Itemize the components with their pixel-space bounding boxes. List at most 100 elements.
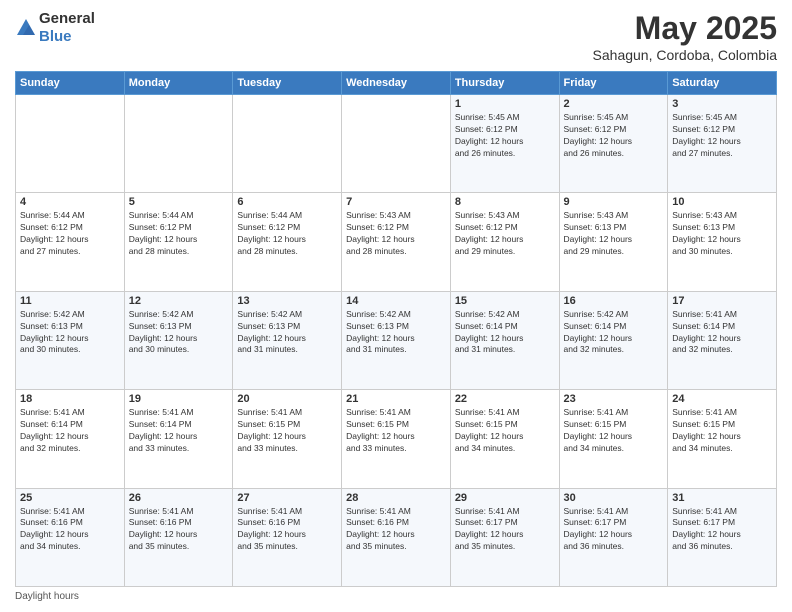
logo-icon <box>15 17 37 39</box>
cell-text: Sunrise: 5:43 AM Sunset: 6:12 PM Dayligh… <box>346 210 446 258</box>
table-row: 22 Sunrise: 5:41 AM Sunset: 6:15 PM Dayli… <box>450 390 559 488</box>
table-row: 17Sunrise: 5:41 AM Sunset: 6:14 PM Dayli… <box>668 291 777 389</box>
table-row: 18 Sunrise: 5:41 AM Sunset: 6:14 PM Dayli… <box>16 390 125 488</box>
table-row: 8 Sunrise: 5:43 AM Sunset: 6:12 PM Daylig… <box>450 193 559 291</box>
cell-text: Sunrise: 5:41 AM Sunset: 6:14 PM Dayligh… <box>672 309 772 357</box>
day-number: 1 <box>455 98 555 110</box>
header: General Blue May 2025 Sahagun, Cordoba, … <box>15 10 777 63</box>
calendar-week-row-1: 4 Sunrise: 5:44 AM Sunset: 6:12 PM Daylig… <box>16 193 777 291</box>
table-row: 30 Sunrise: 5:41 AM Sunset: 6:17 PM Dayli… <box>559 488 668 586</box>
cell-text: Sunrise: 5:42 AM Sunset: 6:13 PM Dayligh… <box>129 309 229 357</box>
cell-text: Sunrise: 5:41 AM Sunset: 6:15 PM Dayligh… <box>564 407 664 455</box>
cell-text: Sunrise: 5:41 AM Sunset: 6:17 PM Dayligh… <box>564 506 664 554</box>
cell-text: Sunrise: 5:44 AM Sunset: 6:12 PM Dayligh… <box>237 210 337 258</box>
table-row: 31 Sunrise: 5:41 AM Sunset: 6:17 PM Dayli… <box>668 488 777 586</box>
table-row: 21Sunrise: 5:41 AM Sunset: 6:15 PM Dayli… <box>342 390 451 488</box>
table-row <box>233 95 342 193</box>
table-row: 23 Sunrise: 5:41 AM Sunset: 6:15 PM Dayli… <box>559 390 668 488</box>
col-monday: Monday <box>124 72 233 95</box>
table-row: 1 Sunrise: 5:45 AM Sunset: 6:12 PM Daylig… <box>450 95 559 193</box>
location-subtitle: Sahagun, Cordoba, Colombia <box>593 47 777 63</box>
cell-text: Sunrise: 5:41 AM Sunset: 6:16 PM Dayligh… <box>20 506 120 554</box>
footer-note: Daylight hours <box>15 591 777 602</box>
cell-text: Sunrise: 5:42 AM Sunset: 6:13 PM Dayligh… <box>346 309 446 357</box>
table-row: 28 Sunrise: 5:41 AM Sunset: 6:16 PM Dayli… <box>342 488 451 586</box>
cell-text: Sunrise: 5:43 AM Sunset: 6:12 PM Dayligh… <box>455 210 555 258</box>
day-number: 11 <box>20 295 120 307</box>
day-number: 24 <box>672 393 772 405</box>
cell-text: Sunrise: 5:44 AM Sunset: 6:12 PM Dayligh… <box>129 210 229 258</box>
cell-text: Sunrise: 5:45 AM Sunset: 6:12 PM Dayligh… <box>455 112 555 160</box>
calendar-week-row-0: 1 Sunrise: 5:45 AM Sunset: 6:12 PM Daylig… <box>16 95 777 193</box>
day-number: 12 <box>129 295 229 307</box>
logo-general: General Blue <box>39 10 95 46</box>
cell-text: Sunrise: 5:42 AM Sunset: 6:14 PM Dayligh… <box>455 309 555 357</box>
day-number: 4 <box>20 196 120 208</box>
day-number: 22 <box>455 393 555 405</box>
cell-text: Sunrise: 5:41 AM Sunset: 6:14 PM Dayligh… <box>20 407 120 455</box>
day-number: 5 <box>129 196 229 208</box>
col-sunday: Sunday <box>16 72 125 95</box>
day-number: 28 <box>346 492 446 504</box>
table-row: 3Sunrise: 5:45 AM Sunset: 6:12 PM Daylig… <box>668 95 777 193</box>
title-block: May 2025 Sahagun, Cordoba, Colombia <box>593 10 777 63</box>
logo: General Blue <box>15 10 95 46</box>
table-row <box>16 95 125 193</box>
table-row: 26 Sunrise: 5:41 AM Sunset: 6:16 PM Dayli… <box>124 488 233 586</box>
table-row: 2Sunrise: 5:45 AM Sunset: 6:12 PM Daylig… <box>559 95 668 193</box>
day-number: 27 <box>237 492 337 504</box>
table-row: 13 Sunrise: 5:42 AM Sunset: 6:13 PM Dayli… <box>233 291 342 389</box>
calendar-week-row-2: 11 Sunrise: 5:42 AM Sunset: 6:13 PM Dayli… <box>16 291 777 389</box>
table-row <box>124 95 233 193</box>
cell-text: Sunrise: 5:42 AM Sunset: 6:13 PM Dayligh… <box>237 309 337 357</box>
calendar-header-row: Sunday Monday Tuesday Wednesday Thursday… <box>16 72 777 95</box>
page: General Blue May 2025 Sahagun, Cordoba, … <box>0 0 792 612</box>
cell-text: Sunrise: 5:44 AM Sunset: 6:12 PM Dayligh… <box>20 210 120 258</box>
table-row: 29Sunrise: 5:41 AM Sunset: 6:17 PM Dayli… <box>450 488 559 586</box>
day-number: 19 <box>129 393 229 405</box>
col-saturday: Saturday <box>668 72 777 95</box>
cell-text: Sunrise: 5:42 AM Sunset: 6:14 PM Dayligh… <box>564 309 664 357</box>
table-row: 12 Sunrise: 5:42 AM Sunset: 6:13 PM Dayli… <box>124 291 233 389</box>
cell-text: Sunrise: 5:41 AM Sunset: 6:16 PM Dayligh… <box>129 506 229 554</box>
cell-text: Sunrise: 5:41 AM Sunset: 6:15 PM Dayligh… <box>346 407 446 455</box>
calendar-table: Sunday Monday Tuesday Wednesday Thursday… <box>15 71 777 587</box>
day-number: 16 <box>564 295 664 307</box>
table-row: 15Sunrise: 5:42 AM Sunset: 6:14 PM Dayli… <box>450 291 559 389</box>
table-row: 9Sunrise: 5:43 AM Sunset: 6:13 PM Daylig… <box>559 193 668 291</box>
table-row: 19Sunrise: 5:41 AM Sunset: 6:14 PM Dayli… <box>124 390 233 488</box>
table-row: 6 Sunrise: 5:44 AM Sunset: 6:12 PM Daylig… <box>233 193 342 291</box>
cell-text: Sunrise: 5:41 AM Sunset: 6:15 PM Dayligh… <box>455 407 555 455</box>
day-number: 23 <box>564 393 664 405</box>
day-number: 26 <box>129 492 229 504</box>
table-row <box>342 95 451 193</box>
col-friday: Friday <box>559 72 668 95</box>
day-number: 18 <box>20 393 120 405</box>
col-thursday: Thursday <box>450 72 559 95</box>
cell-text: Sunrise: 5:45 AM Sunset: 6:12 PM Dayligh… <box>564 112 664 160</box>
table-row: 4 Sunrise: 5:44 AM Sunset: 6:12 PM Daylig… <box>16 193 125 291</box>
day-number: 29 <box>455 492 555 504</box>
cell-text: Sunrise: 5:41 AM Sunset: 6:16 PM Dayligh… <box>346 506 446 554</box>
cell-text: Sunrise: 5:41 AM Sunset: 6:15 PM Dayligh… <box>672 407 772 455</box>
table-row: 27 Sunrise: 5:41 AM Sunset: 6:16 PM Dayli… <box>233 488 342 586</box>
table-row: 20Sunrise: 5:41 AM Sunset: 6:15 PM Dayli… <box>233 390 342 488</box>
cell-text: Sunrise: 5:41 AM Sunset: 6:17 PM Dayligh… <box>672 506 772 554</box>
cell-text: Sunrise: 5:43 AM Sunset: 6:13 PM Dayligh… <box>672 210 772 258</box>
table-row: 14 Sunrise: 5:42 AM Sunset: 6:13 PM Dayli… <box>342 291 451 389</box>
cell-text: Sunrise: 5:42 AM Sunset: 6:13 PM Dayligh… <box>20 309 120 357</box>
day-number: 9 <box>564 196 664 208</box>
calendar-week-row-4: 25Sunrise: 5:41 AM Sunset: 6:16 PM Dayli… <box>16 488 777 586</box>
day-number: 30 <box>564 492 664 504</box>
day-number: 31 <box>672 492 772 504</box>
cell-text: Sunrise: 5:41 AM Sunset: 6:16 PM Dayligh… <box>237 506 337 554</box>
month-title: May 2025 <box>593 10 777 47</box>
day-number: 3 <box>672 98 772 110</box>
day-number: 8 <box>455 196 555 208</box>
col-wednesday: Wednesday <box>342 72 451 95</box>
day-number: 13 <box>237 295 337 307</box>
cell-text: Sunrise: 5:41 AM Sunset: 6:15 PM Dayligh… <box>237 407 337 455</box>
day-number: 6 <box>237 196 337 208</box>
day-number: 14 <box>346 295 446 307</box>
day-number: 10 <box>672 196 772 208</box>
